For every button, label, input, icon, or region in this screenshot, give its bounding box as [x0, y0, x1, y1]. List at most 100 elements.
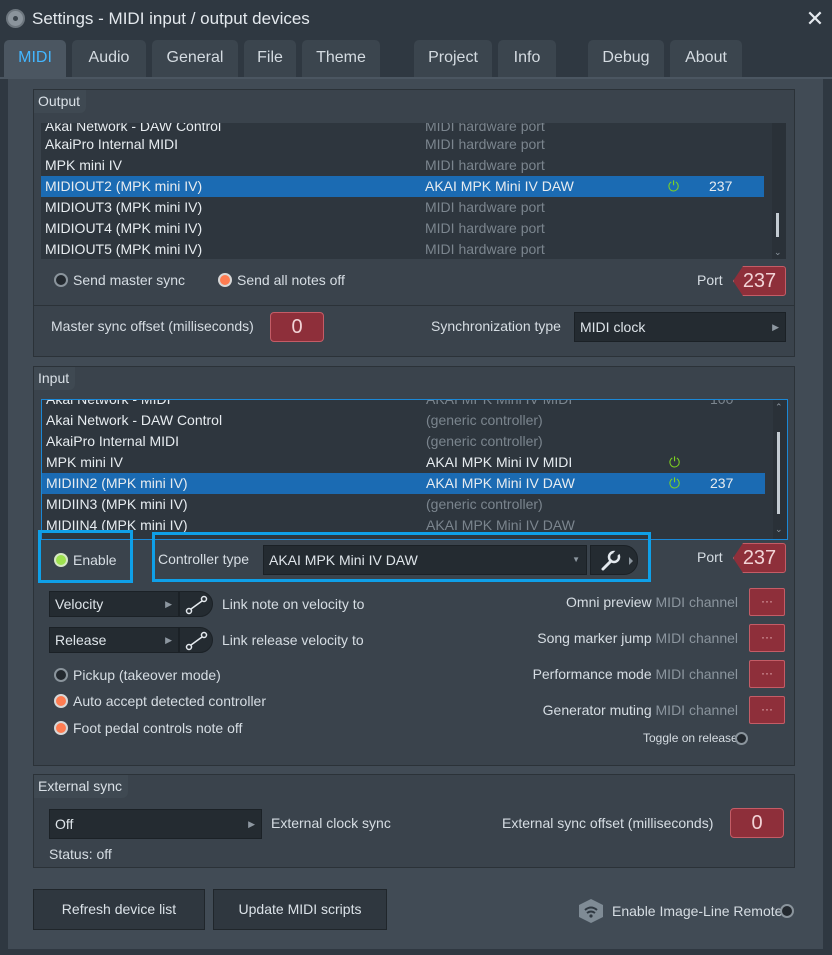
chevron-right-icon: ▶: [772, 322, 779, 332]
list-item[interactable]: Akai Network - MIDI AKAI MPK Mini IV MID…: [42, 400, 765, 410]
scroll-down-icon[interactable]: ⌄: [775, 524, 783, 535]
toggle-on-release-radio[interactable]: [735, 732, 748, 745]
link-icon: [185, 595, 208, 615]
omni-preview-channel[interactable]: ···: [749, 588, 785, 616]
external-sync-group: External sync Off ▶ External clock sync …: [33, 774, 795, 868]
external-sync-label: External sync: [34, 775, 129, 798]
toggle-on-release-label: Toggle on release: [643, 731, 738, 745]
scrollbar-thumb[interactable]: [776, 213, 779, 237]
title-bar: Settings - MIDI input / output devices ✕: [0, 0, 832, 38]
external-sync-status: Status: off: [49, 846, 112, 862]
controller-type-dropdown[interactable]: AKAI MPK Mini IV DAW ▼: [263, 545, 587, 575]
chevron-down-icon: ▼: [572, 555, 580, 564]
tab-file[interactable]: File: [244, 40, 296, 78]
link-velocity-label: Link note on velocity to: [222, 596, 365, 612]
input-device-list[interactable]: Akai Network - MIDI AKAI MPK Mini IV MID…: [41, 399, 788, 540]
master-sync-offset-value[interactable]: 0: [270, 312, 324, 342]
list-item-selected[interactable]: MIDIIN2 (MPK mini IV) AKAI MPK Mini IV D…: [42, 473, 765, 494]
scroll-down-icon[interactable]: ⌄: [774, 247, 782, 258]
performance-mode-channel[interactable]: ···: [749, 660, 785, 688]
app-icon: [6, 9, 25, 28]
foot-pedal-radio[interactable]: [54, 721, 68, 735]
chevron-right-icon: ▶: [165, 635, 172, 645]
scroll-up-icon[interactable]: ⌃: [775, 402, 783, 413]
tab-project[interactable]: Project: [414, 40, 492, 78]
release-dropdown[interactable]: Release ▶: [49, 627, 179, 653]
image-line-remote-label: Enable Image-Line Remote: [612, 903, 783, 919]
tab-debug[interactable]: Debug: [588, 40, 664, 78]
tab-midi[interactable]: MIDI: [4, 40, 66, 78]
window-title: Settings - MIDI input / output devices: [32, 9, 310, 28]
divider: [34, 305, 794, 306]
link-velocity-button[interactable]: [179, 591, 213, 617]
list-item[interactable]: MPK mini IV AKAI MPK Mini IV MIDI ⏻: [42, 452, 765, 473]
external-clock-label: External clock sync: [271, 815, 391, 831]
list-item[interactable]: MIDIOUT4 (MPK mini IV) MIDI hardware por…: [41, 218, 764, 239]
power-icon: ⏻: [668, 178, 680, 194]
velocity-dropdown[interactable]: Velocity ▶: [49, 591, 179, 617]
performance-mode-label: Performance mode MIDI channel: [532, 666, 738, 682]
image-line-remote-radio[interactable]: [780, 904, 794, 918]
link-release-button[interactable]: [179, 627, 213, 653]
input-group: Input Akai Network - MIDI AKAI MPK Mini …: [33, 366, 795, 766]
list-item[interactable]: AkaiPro Internal MIDI (generic controlle…: [42, 431, 765, 452]
generator-muting-label: Generator muting MIDI channel: [542, 702, 738, 718]
enable-label: Enable: [73, 552, 117, 568]
output-group: Output Akai Network - DAW Control MIDI h…: [33, 89, 795, 357]
master-sync-offset-label: Master sync offset (milliseconds): [51, 318, 254, 334]
external-sync-offset-value[interactable]: 0: [730, 808, 784, 838]
chevron-right-icon: ▶: [165, 599, 172, 609]
output-device-list[interactable]: Akai Network - DAW Control MIDI hardware…: [41, 123, 786, 259]
input-group-label: Input: [34, 367, 76, 390]
enable-radio[interactable]: [54, 553, 68, 567]
refresh-device-list-button[interactable]: Refresh device list: [33, 889, 205, 930]
song-marker-jump-label: Song marker jump MIDI channel: [537, 630, 738, 646]
input-port-label: Port: [697, 549, 723, 565]
list-item[interactable]: MPK mini IV MIDI hardware port: [41, 155, 764, 176]
input-scrollbar[interactable]: ⌃ ⌄: [773, 400, 787, 539]
controller-type-label: Controller type: [158, 551, 250, 567]
link-icon: [185, 631, 208, 651]
output-port-label: Port: [697, 272, 723, 288]
generator-muting-channel[interactable]: ···: [749, 696, 785, 724]
external-clock-dropdown[interactable]: Off ▶: [49, 809, 262, 839]
send-master-sync-radio[interactable]: [54, 273, 68, 287]
scrollbar-thumb[interactable]: [777, 432, 780, 514]
tab-general[interactable]: General: [152, 40, 238, 78]
wrench-icon: [601, 549, 633, 571]
auto-accept-radio[interactable]: [54, 694, 68, 708]
pickup-radio[interactable]: [54, 668, 68, 682]
omni-preview-label: Omni preview MIDI channel: [566, 594, 738, 610]
output-group-label: Output: [34, 90, 87, 113]
chevron-right-icon: ▶: [248, 819, 255, 829]
update-midi-scripts-button[interactable]: Update MIDI scripts: [213, 889, 387, 930]
sync-type-label: Synchronization type: [431, 318, 561, 334]
list-item-selected[interactable]: MIDIOUT2 (MPK mini IV) AKAI MPK Mini IV …: [41, 176, 764, 197]
send-master-sync-label: Send master sync: [73, 272, 186, 288]
tab-about[interactable]: About: [670, 40, 742, 78]
list-item[interactable]: MIDIOUT3 (MPK mini IV) MIDI hardware por…: [41, 197, 764, 218]
output-scrollbar[interactable]: ⌄: [772, 123, 786, 259]
list-item[interactable]: AkaiPro Internal MIDI MIDI hardware port: [41, 134, 764, 155]
tab-info[interactable]: Info: [498, 40, 556, 78]
list-item[interactable]: Akai Network - DAW Control (generic cont…: [42, 410, 765, 431]
external-sync-offset-label: External sync offset (milliseconds): [502, 815, 714, 831]
close-icon[interactable]: ✕: [804, 6, 826, 32]
foot-pedal-label: Foot pedal controls note off: [73, 720, 243, 736]
auto-accept-label: Auto accept detected controller: [73, 693, 267, 709]
input-port-value[interactable]: 237: [733, 543, 786, 573]
pickup-label: Pickup (takeover mode): [73, 667, 221, 683]
image-line-remote-icon: [577, 898, 605, 924]
power-icon: ⏻: [669, 454, 681, 470]
tab-audio[interactable]: Audio: [72, 40, 146, 78]
output-port-value[interactable]: 237: [733, 266, 786, 296]
list-item[interactable]: MIDIOUT5 (MPK mini IV) MIDI hardware por…: [41, 239, 764, 259]
list-item[interactable]: MIDIIN3 (MPK mini IV) (generic controlle…: [42, 494, 765, 515]
send-all-notes-off-radio[interactable]: [218, 273, 232, 287]
link-release-label: Link release velocity to: [222, 632, 364, 648]
power-icon: ⏻: [669, 475, 681, 491]
song-marker-jump-channel[interactable]: ···: [749, 624, 785, 652]
tab-theme[interactable]: Theme: [302, 40, 380, 78]
controller-settings-button[interactable]: [590, 545, 638, 575]
sync-type-dropdown[interactable]: MIDI clock ▶: [574, 312, 786, 342]
